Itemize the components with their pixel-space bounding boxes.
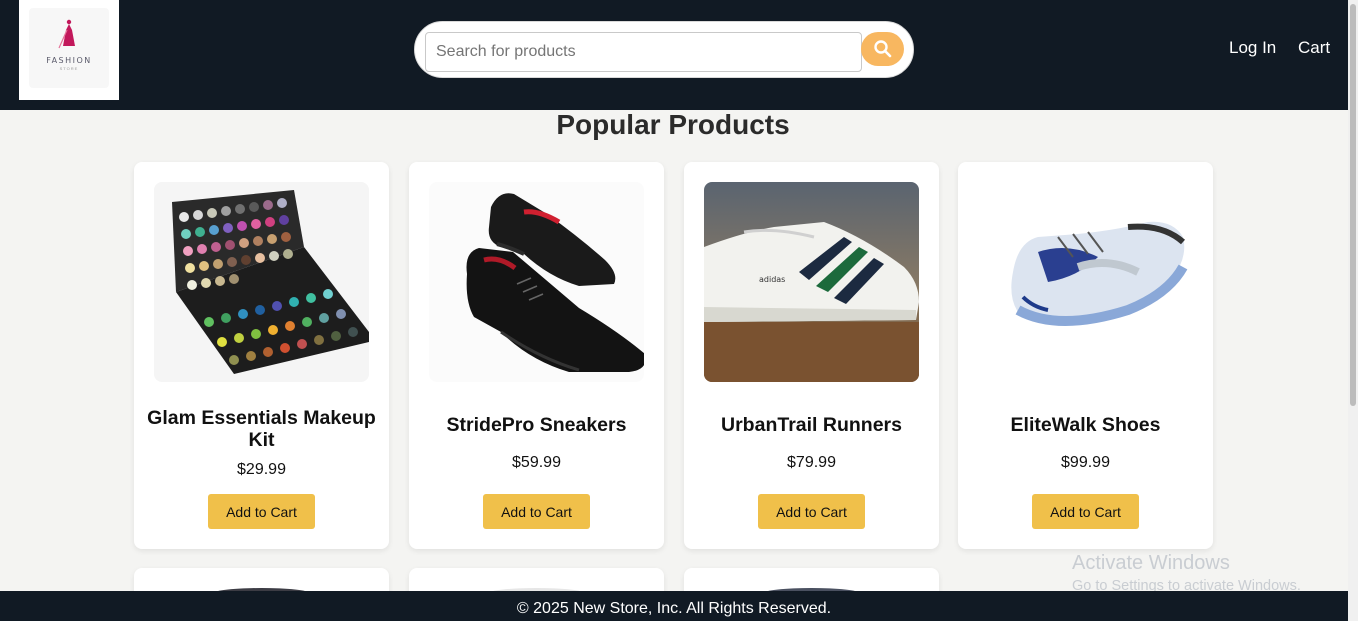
product-name: EliteWalk Shoes: [1010, 414, 1161, 436]
search-bar: [414, 21, 914, 78]
svg-text:adidas: adidas: [759, 275, 785, 284]
activate-windows-watermark: Activate Windows Go to Settings to activ…: [1072, 552, 1301, 594]
page-title: Popular Products: [556, 109, 790, 140]
logo[interactable]: FASHION STORE: [19, 0, 119, 100]
product-price: $29.99: [237, 461, 286, 478]
site-footer: © 2025 New Store, Inc. All Rights Reserv…: [0, 591, 1348, 621]
login-link[interactable]: Log In: [1229, 38, 1276, 58]
product-price: $99.99: [1061, 454, 1110, 471]
scrollbar[interactable]: [1348, 0, 1358, 621]
add-to-cart-button[interactable]: Add to Cart: [1032, 494, 1139, 529]
product-name: UrbanTrail Runners: [721, 414, 902, 436]
product-card: StridePro Sneakers $59.99 Add to Cart: [409, 162, 664, 549]
search-input[interactable]: [425, 32, 862, 72]
product-image-makeup-kit[interactable]: [154, 182, 369, 382]
search-icon: [873, 40, 891, 58]
product-price: $79.99: [787, 454, 836, 471]
product-image-runners[interactable]: adidas: [704, 182, 919, 382]
product-card: Glam Essentials Makeup Kit $29.99 Add to…: [134, 162, 389, 549]
product-image-sneakers[interactable]: [429, 182, 644, 382]
product-name: StridePro Sneakers: [446, 414, 627, 436]
search-button[interactable]: [861, 32, 904, 66]
site-header: FASHION STORE Log In Cart: [0, 0, 1358, 110]
product-card: adidas UrbanTrail Runners $79.99 Add to …: [684, 162, 939, 549]
product-name: Glam Essentials Makeup Kit: [147, 407, 376, 451]
footer-copyright: © 2025 New Store, Inc. All Rights Reserv…: [516, 600, 832, 617]
logo-text: FASHION: [46, 56, 92, 65]
logo-image: FASHION STORE: [29, 8, 109, 88]
logo-subtext: STORE: [59, 66, 79, 71]
product-image-elitewalk[interactable]: [978, 182, 1193, 382]
watermark-title: Activate Windows: [1072, 552, 1230, 574]
add-to-cart-button[interactable]: Add to Cart: [208, 494, 315, 529]
dress-icon: [58, 19, 75, 49]
product-card: EliteWalk Shoes $99.99 Add to Cart: [958, 162, 1213, 549]
scrollbar-thumb[interactable]: [1350, 4, 1356, 406]
add-to-cart-button[interactable]: Add to Cart: [758, 494, 865, 529]
add-to-cart-button[interactable]: Add to Cart: [483, 494, 590, 529]
product-price: $59.99: [512, 454, 561, 471]
cart-link[interactable]: Cart: [1298, 38, 1330, 58]
